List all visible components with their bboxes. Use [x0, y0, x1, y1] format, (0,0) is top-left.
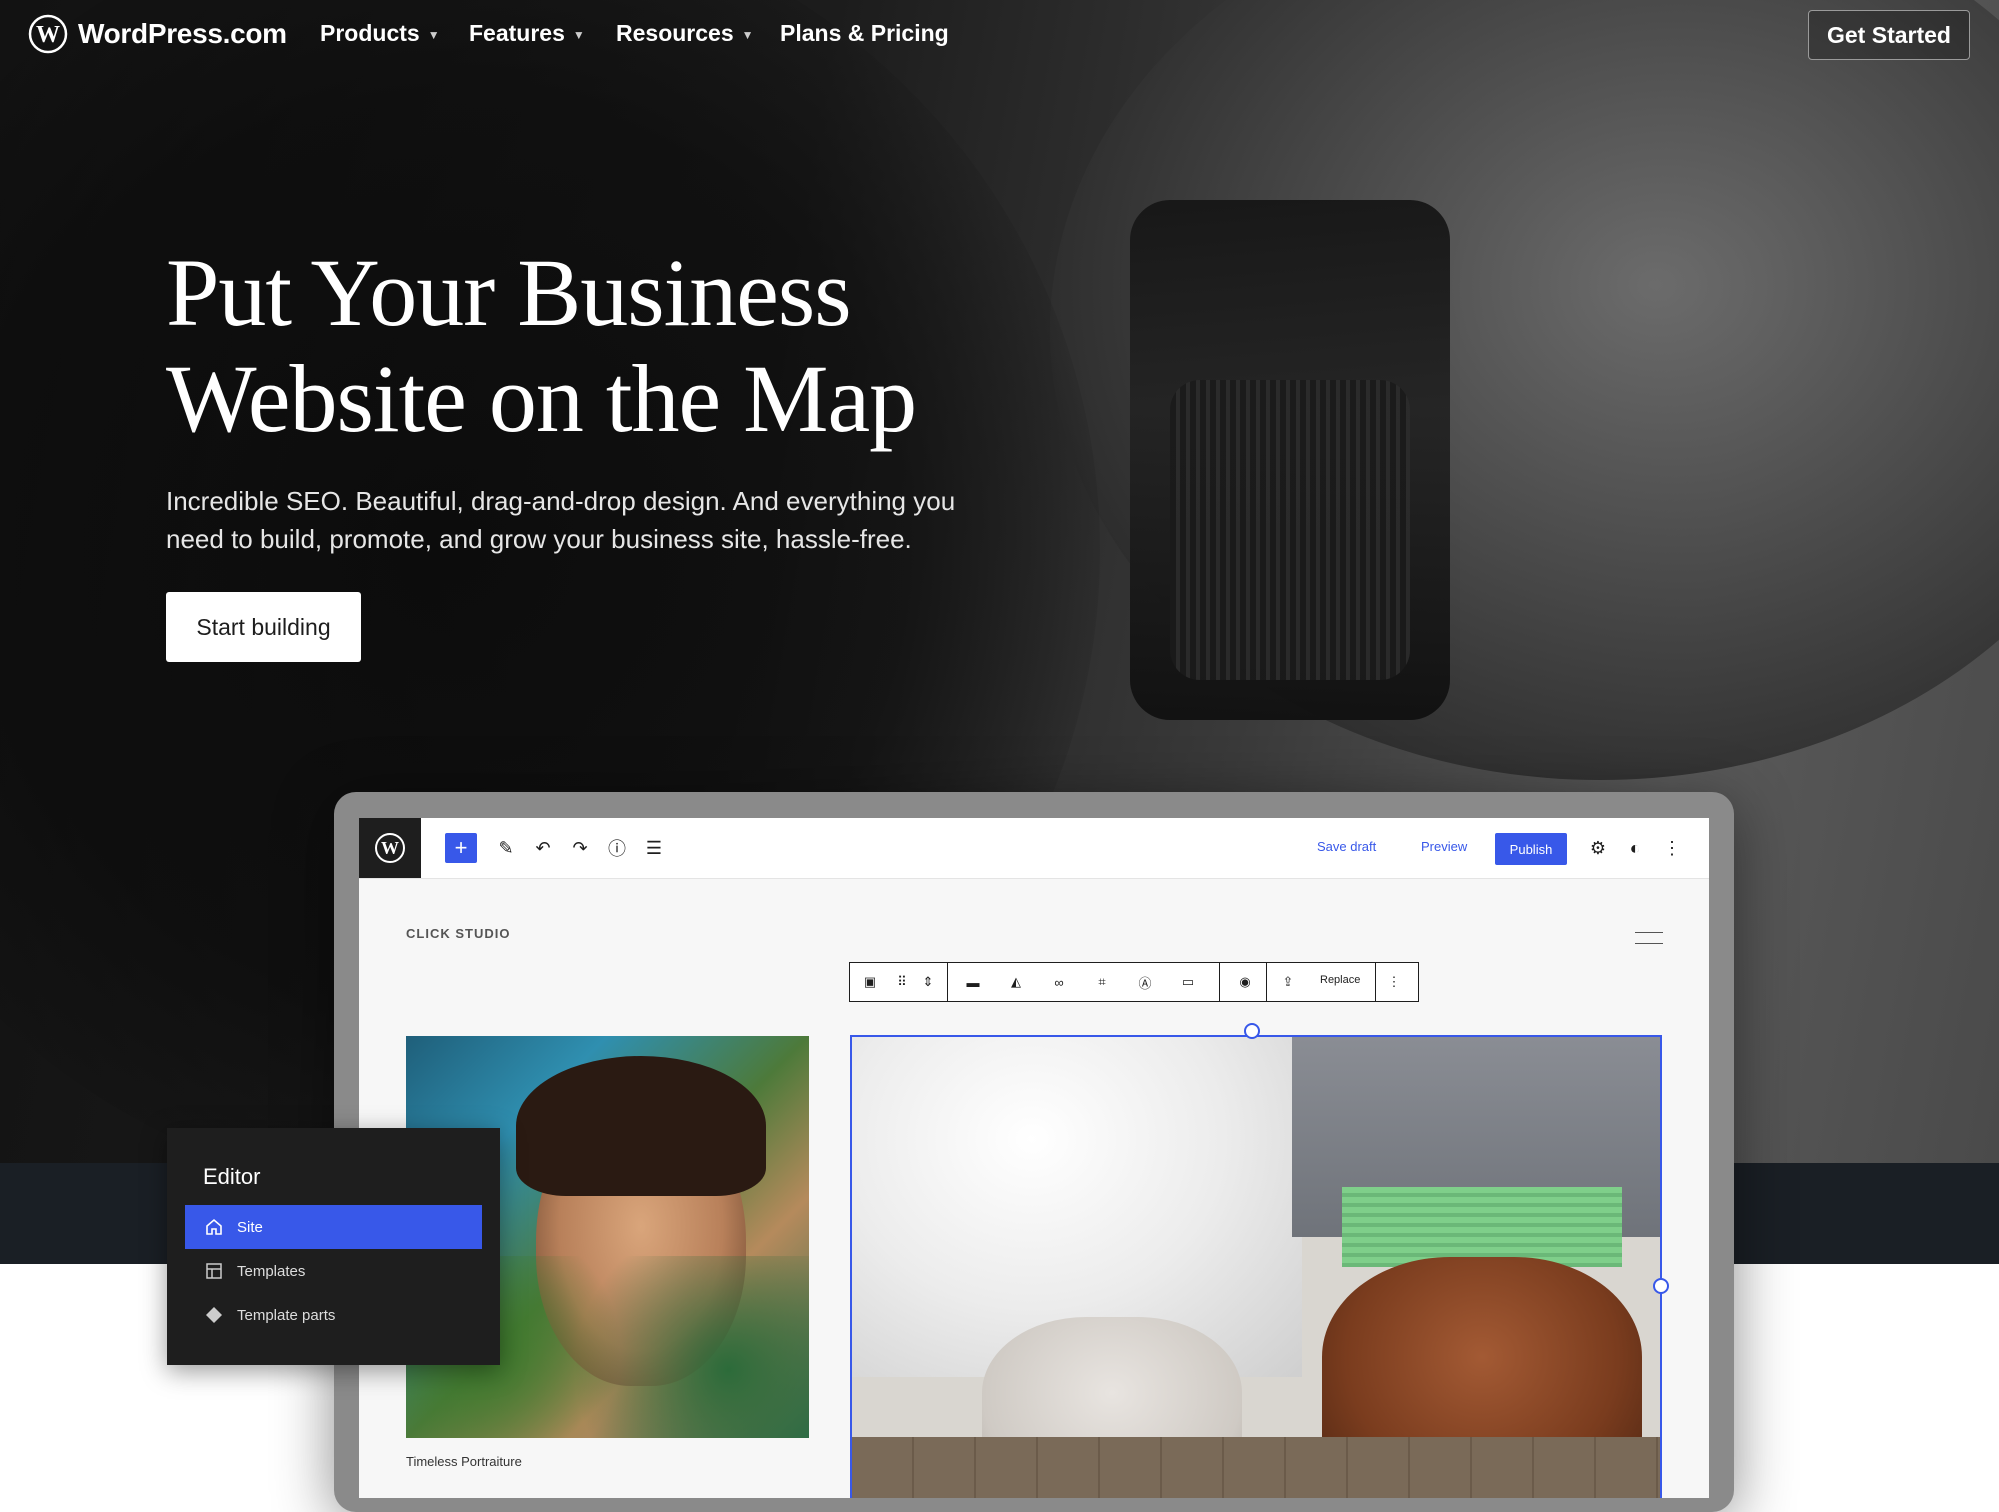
pencil-icon[interactable]: ✎: [493, 835, 519, 861]
preview-button[interactable]: Preview: [1421, 839, 1467, 854]
info-icon[interactable]: ⓘ: [604, 835, 630, 861]
text-overlay-icon[interactable]: Ⓐ: [1134, 971, 1156, 993]
image-caption: Timeless Portraiture: [406, 1454, 522, 1469]
menu-icon[interactable]: [1635, 932, 1663, 944]
more-vertical-icon[interactable]: ⋮: [1659, 835, 1685, 861]
nav-plans-pricing[interactable]: Plans & Pricing: [780, 20, 949, 47]
replace-button[interactable]: Replace: [1320, 974, 1360, 986]
hero-headline-line2: Website on the Map: [166, 345, 917, 452]
diamond-icon: [205, 1306, 223, 1324]
wp-editor-logo[interactable]: W: [359, 818, 421, 878]
editor-toolbar: W + ✎ ↶ ↷ ⓘ ☰ Save draft Preview Publish…: [359, 818, 1709, 879]
nav-products-label: Products: [320, 20, 420, 46]
toolbar-divider: [1219, 963, 1220, 1001]
more-vertical-icon[interactable]: ⋮: [1383, 971, 1405, 993]
drag-handle-icon[interactable]: ⠿: [891, 971, 913, 993]
caption-icon[interactable]: ▭: [1177, 971, 1199, 993]
move-arrows-icon[interactable]: ⇕: [917, 971, 939, 993]
panel-item-templates[interactable]: Templates: [185, 1249, 482, 1293]
top-nav: W WordPress.com Products ▼ Features ▼ Re…: [0, 0, 1999, 72]
panel-item-site[interactable]: Site: [185, 1205, 482, 1249]
link-icon[interactable]: ∞: [1048, 971, 1070, 993]
brand-name: WordPress.com: [78, 18, 287, 49]
panel-item-label: Site: [237, 1218, 263, 1236]
upload-icon[interactable]: ⇪: [1277, 971, 1299, 993]
editor-panel: Editor Site Templates Template parts: [167, 1128, 500, 1365]
get-started-button[interactable]: Get Started: [1808, 10, 1970, 60]
editor-screen: W + ✎ ↶ ↷ ⓘ ☰ Save draft Preview Publish…: [359, 818, 1709, 1498]
undo-icon[interactable]: ↶: [530, 835, 556, 861]
layout-icon: [205, 1262, 223, 1280]
hero-subtext: Incredible SEO. Beautiful, drag-and-drop…: [166, 486, 956, 554]
site-title: CLICK STUDIO: [406, 926, 511, 941]
redo-icon[interactable]: ↷: [567, 835, 593, 861]
image-icon[interactable]: ▣: [859, 971, 881, 993]
green-socks: [1342, 1187, 1622, 1267]
caret-down-icon: ▼: [741, 27, 754, 42]
wordpress-logo-icon: W: [375, 833, 405, 863]
nav-plans-pricing-label: Plans & Pricing: [780, 20, 949, 46]
contrast-icon[interactable]: ◐: [1622, 835, 1648, 861]
save-draft-button[interactable]: Save draft: [1317, 839, 1376, 854]
hero-headline-line1: Put Your Business: [166, 239, 852, 346]
align-icon[interactable]: ▬: [962, 971, 984, 993]
toolbar-divider: [1266, 963, 1267, 1001]
nav-products[interactable]: Products ▼: [320, 20, 440, 47]
caret-down-icon: ▼: [427, 27, 440, 42]
gear-icon[interactable]: ⚙: [1585, 835, 1611, 861]
caret-down-icon: ▼: [572, 27, 585, 42]
publish-button[interactable]: Publish: [1495, 833, 1567, 865]
panel-item-label: Template parts: [237, 1306, 336, 1324]
wordpress-logo-icon: W: [28, 14, 68, 54]
filter-icon[interactable]: ◭: [1005, 971, 1027, 993]
crop-icon[interactable]: ⌗: [1091, 971, 1113, 993]
resize-handle-top[interactable]: [1244, 1023, 1260, 1039]
panel-item-label: Templates: [237, 1262, 306, 1280]
wedding-shoes-image[interactable]: [850, 1035, 1662, 1498]
nav-resources-label: Resources: [616, 20, 734, 46]
nav-features[interactable]: Features ▼: [469, 20, 585, 47]
toolbar-divider: [1375, 963, 1376, 1001]
editor-panel-title: Editor: [203, 1164, 261, 1189]
resize-handle-right[interactable]: [1653, 1278, 1669, 1294]
plus-icon: +: [454, 835, 468, 860]
nav-resources[interactable]: Resources ▼: [616, 20, 754, 47]
hero-photo-lens: [1170, 380, 1410, 680]
list-view-icon[interactable]: ☰: [641, 835, 667, 861]
svg-text:W: W: [36, 22, 60, 48]
panel-item-template-parts[interactable]: Template parts: [185, 1293, 482, 1337]
duotone-icon[interactable]: ◉: [1234, 971, 1256, 993]
portrait-hair: [516, 1056, 766, 1196]
wood-floor: [852, 1437, 1660, 1498]
add-block-button[interactable]: +: [445, 833, 477, 863]
home-icon: [205, 1218, 223, 1236]
block-toolbar: ▣ ⠿ ⇕ ▬ ◭ ∞ ⌗ Ⓐ ▭ ◉ ⇪ Replace ⋮: [849, 962, 1419, 1002]
start-building-button[interactable]: Start building: [166, 592, 361, 662]
toolbar-divider: [947, 963, 948, 1001]
brand-logo[interactable]: W WordPress.com: [28, 14, 287, 54]
hero-headline: Put Your Business Website on the Map: [166, 240, 1066, 452]
svg-text:W: W: [381, 838, 399, 858]
nav-features-label: Features: [469, 20, 565, 46]
